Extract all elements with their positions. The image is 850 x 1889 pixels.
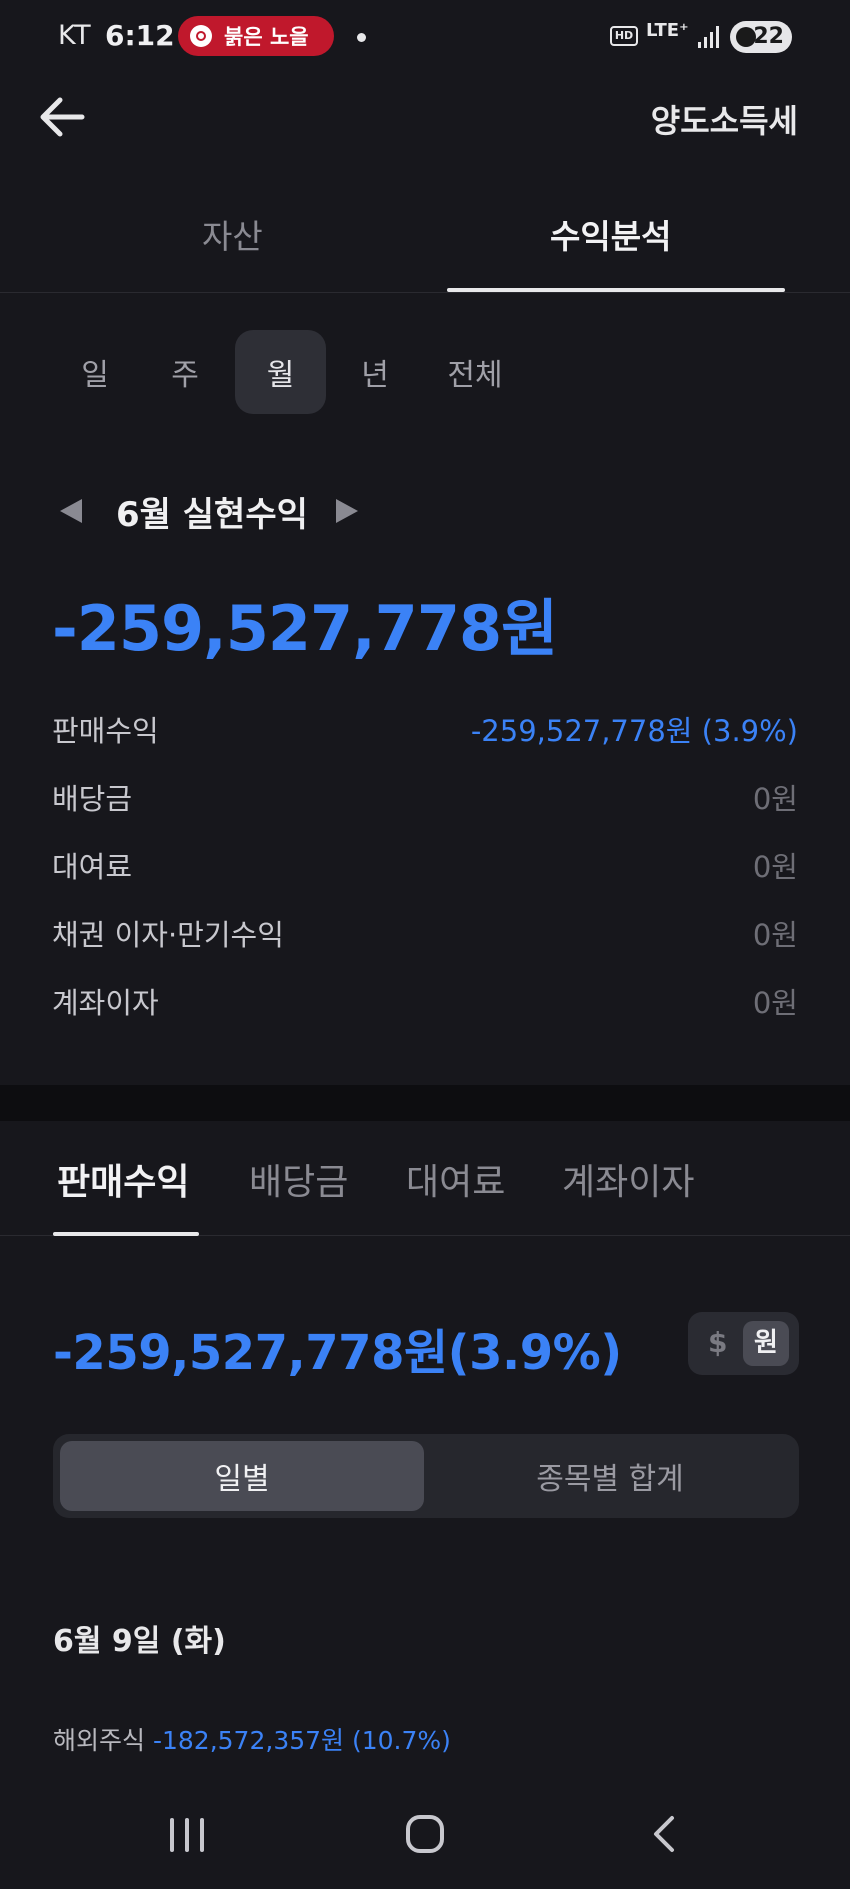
section-divider: [0, 1085, 850, 1121]
tab-indicator: [447, 288, 785, 292]
tab-profit-analysis[interactable]: 수익분석: [550, 210, 671, 258]
network-type-label: LTE⁺: [646, 20, 689, 41]
main-tab-bar: 자산 수익분석: [0, 200, 850, 293]
period-week[interactable]: 주: [140, 330, 230, 414]
home-icon[interactable]: [406, 1815, 444, 1853]
list-item[interactable]: 해외주식 -182,572,357원 (10.7%): [53, 1721, 451, 1757]
capital-gains-tax-link[interactable]: 양도소득세: [651, 96, 798, 142]
breakdown-row: 채권 이자·만기수익 0원: [52, 904, 798, 972]
period-all[interactable]: 전체: [425, 330, 525, 414]
entry-label: 해외주식: [53, 1726, 146, 1755]
month-title: 6월 실현수익: [116, 494, 308, 535]
currency-won-option[interactable]: 원: [743, 1321, 789, 1366]
music-pill-label: 붉은 노을: [224, 25, 309, 49]
hd-voice-icon: HD: [610, 26, 638, 46]
tab-assets[interactable]: 자산: [202, 210, 263, 258]
back-chevron-icon[interactable]: [650, 1814, 680, 1854]
breakdown-value: 0원: [752, 782, 798, 816]
profit-breakdown: 판매수익 -259,527,778원 (3.9%) 배당금 0원 대여료 0원 …: [52, 700, 798, 1040]
segment-daily[interactable]: 일별: [60, 1441, 424, 1511]
breakdown-value: 0원: [752, 918, 798, 952]
status-bar: KT 6:12 붉은 노을 HD LTE⁺ 22: [0, 0, 850, 76]
period-day[interactable]: 일: [50, 330, 140, 414]
breakdown-label: 계좌이자: [52, 986, 159, 1020]
breakdown-value: -259,527,778원 (3.9%): [470, 714, 798, 748]
breakdown-row: 판매수익 -259,527,778원 (3.9%): [52, 700, 798, 768]
system-navigation-bar: [0, 1790, 850, 1889]
music-pill[interactable]: 붉은 노을: [178, 16, 334, 56]
tab-lending-fees[interactable]: 대여료: [406, 1153, 505, 1205]
next-month-icon[interactable]: [335, 499, 358, 523]
sales-profit-amount: -259,527,778원(3.9%): [53, 1325, 622, 1381]
breakdown-value: 0원: [752, 850, 798, 884]
breakdown-label: 대여료: [52, 850, 133, 884]
breakdown-row: 배당금 0원: [52, 768, 798, 836]
tab-dividends[interactable]: 배당금: [249, 1153, 348, 1205]
view-mode-segmented-control: 일별 종목별 합계: [53, 1434, 799, 1518]
date-heading: 6월 9일 (화): [53, 1624, 226, 1659]
breakdown-label: 채권 이자·만기수익: [52, 918, 284, 952]
breakdown-label: 판매수익: [52, 714, 159, 748]
entry-value: -182,572,357원 (10.7%): [152, 1726, 451, 1755]
breakdown-row: 대여료 0원: [52, 836, 798, 904]
battery-level: 22: [753, 24, 784, 49]
currency-dollar-option[interactable]: $: [708, 1326, 727, 1359]
clock: 6:12: [105, 19, 175, 52]
period-month[interactable]: 월: [235, 330, 326, 414]
arrow-left-icon: [40, 97, 85, 137]
record-icon: [190, 25, 212, 47]
back-button[interactable]: [36, 92, 90, 142]
carrier-label: KT: [58, 20, 92, 51]
battery-icon: 22: [730, 21, 792, 53]
recent-apps-icon[interactable]: [170, 1818, 206, 1852]
tab-sales-profit[interactable]: 판매수익: [57, 1153, 189, 1205]
currency-toggle[interactable]: $ 원: [688, 1312, 799, 1375]
month-navigator: 6월 실현수익: [60, 486, 358, 536]
notification-dot-icon: [357, 33, 366, 42]
total-realized-profit: -259,527,778원: [52, 592, 558, 665]
breakdown-value: 0원: [752, 986, 798, 1020]
breakdown-row: 계좌이자 0원: [52, 972, 798, 1040]
breakdown-label: 배당금: [52, 782, 133, 816]
segment-by-stock[interactable]: 종목별 합계: [428, 1441, 792, 1511]
tab-account-interest[interactable]: 계좌이자: [562, 1153, 694, 1205]
tab-indicator: [53, 1232, 199, 1236]
income-type-tab-bar: 판매수익 배당금 대여료 계좌이자: [0, 1121, 850, 1236]
previous-month-icon[interactable]: [60, 499, 82, 523]
signal-icon: [698, 26, 722, 48]
period-year[interactable]: 년: [330, 330, 420, 414]
